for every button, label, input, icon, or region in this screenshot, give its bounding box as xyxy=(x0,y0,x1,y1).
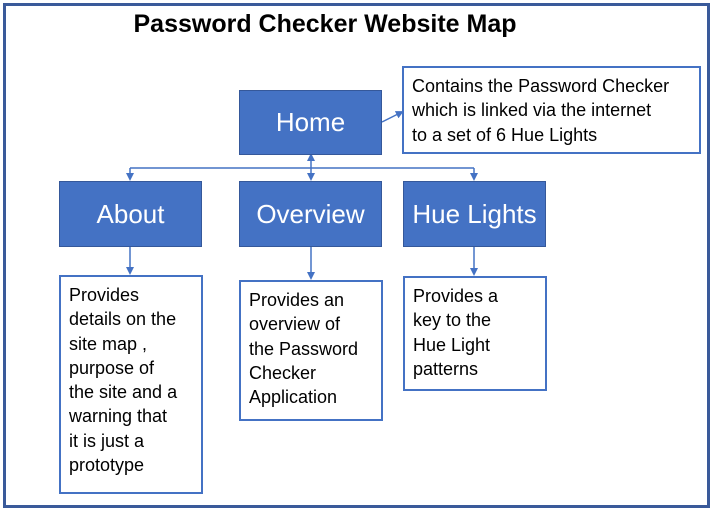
note-line: Provides xyxy=(69,285,140,305)
note-line: prototype xyxy=(69,455,145,476)
note-line: it is just a xyxy=(69,430,145,451)
hue-lights-note: Provides a key to the Hue Light patterns xyxy=(403,276,547,391)
about-node: About xyxy=(59,181,202,247)
note-line: to a set of 6 Hue Lights xyxy=(412,124,598,145)
note-line: purpose of xyxy=(69,357,155,378)
note-line: Contains the Password Checker xyxy=(412,76,670,96)
note-line: the Password xyxy=(249,338,359,359)
note-line: Provides an xyxy=(249,290,345,310)
note-line: Hue Light xyxy=(413,334,491,355)
diagram-title: Password Checker Website Map xyxy=(133,10,517,38)
note-line: the site and a xyxy=(69,382,178,403)
note-line: details on the xyxy=(69,309,177,330)
about-note: Provides details on the site map , purpo… xyxy=(59,275,203,494)
note-line: warning that xyxy=(69,406,168,427)
home-note: Contains the Password Checker which is l… xyxy=(402,66,701,154)
note-line: overview of xyxy=(249,314,341,335)
note-line: site map , xyxy=(69,333,148,354)
overview-note: Provides an overview of the Password Che… xyxy=(239,280,383,421)
hue-lights-node: Hue Lights xyxy=(403,181,546,247)
note-line: patterns xyxy=(413,358,479,379)
note-line: Checker xyxy=(249,362,317,383)
note-line: Application xyxy=(249,387,338,408)
note-line: key to the xyxy=(413,310,492,331)
overview-node: Overview xyxy=(239,181,382,247)
home-node: Home xyxy=(239,90,382,155)
note-line: Provides a xyxy=(413,286,499,306)
note-line: which is linked via the internet xyxy=(412,100,652,121)
